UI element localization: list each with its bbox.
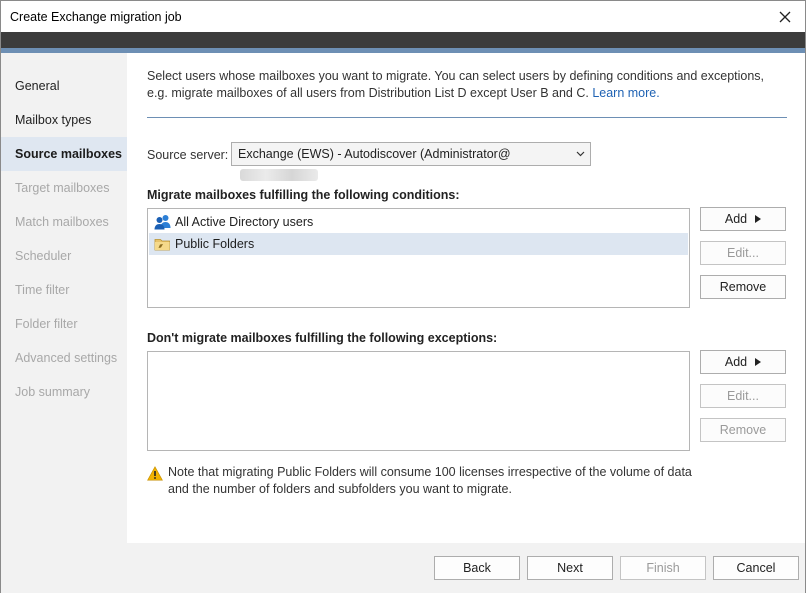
edit-exception-button[interactable]: Edit... xyxy=(700,384,786,408)
list-item[interactable]: Public Folders xyxy=(149,233,688,255)
remove-condition-button[interactable]: Remove xyxy=(700,275,786,299)
public-folder-icon xyxy=(154,239,170,251)
sidebar-item-folder-filter: Folder filter xyxy=(15,317,78,331)
list-item[interactable]: All Active Directory users xyxy=(149,211,688,233)
finish-button[interactable]: Finish xyxy=(620,556,706,580)
chevron-down-icon xyxy=(574,143,586,165)
redacted-text xyxy=(240,169,318,181)
cancel-button[interactable]: Cancel xyxy=(713,556,799,580)
sidebar-item-mailbox-types[interactable]: Mailbox types xyxy=(1,103,127,137)
exceptions-list[interactable] xyxy=(147,351,690,451)
close-button[interactable] xyxy=(765,1,805,32)
edit-condition-button[interactable]: Edit... xyxy=(700,241,786,265)
users-icon xyxy=(154,215,171,230)
public-folders-note: Note that migrating Public Folders will … xyxy=(168,465,692,496)
add-condition-button[interactable]: Add xyxy=(700,207,786,231)
header-band xyxy=(1,32,805,48)
sidebar-item-time-filter: Time filter xyxy=(15,283,70,297)
conditions-list[interactable]: All Active Directory users Public Folder… xyxy=(147,208,690,308)
conditions-title: Migrate mailboxes fulfilling the followi… xyxy=(147,188,460,202)
exceptions-title: Don't migrate mailboxes fulfilling the f… xyxy=(147,331,498,345)
divider xyxy=(147,117,787,118)
sidebar-item-source-mailboxes[interactable]: Source mailboxes xyxy=(1,137,127,171)
intro-text: Select users whose mailboxes you want to… xyxy=(147,68,787,102)
list-item-label: Public Folders xyxy=(175,237,255,251)
dialog-window: Create Exchange migration job General Ma… xyxy=(0,0,806,593)
sidebar-item-scheduler: Scheduler xyxy=(15,249,72,263)
warning-icon xyxy=(147,466,163,481)
main-panel: Select users whose mailboxes you want to… xyxy=(127,53,805,543)
source-server-value: Exchange (EWS) - Autodiscover (Administr… xyxy=(238,147,511,161)
add-exception-button[interactable]: Add xyxy=(700,350,786,374)
sidebar-item-general[interactable]: General xyxy=(1,69,127,103)
sidebar-item-advanced-settings: Advanced settings xyxy=(15,351,118,365)
add-condition-label: Add xyxy=(724,212,748,226)
sidebar-item-target-mailboxes: Target mailboxes xyxy=(15,181,110,195)
caret-right-icon xyxy=(755,215,762,223)
source-server-select[interactable]: Exchange (EWS) - Autodiscover (Administr… xyxy=(231,142,591,181)
add-exception-label: Add xyxy=(724,355,748,369)
wizard-footer: Back Next Finish Cancel xyxy=(127,543,805,593)
close-icon xyxy=(779,11,791,22)
sidebar-item-job-summary: Job summary xyxy=(15,385,91,399)
title-bar: Create Exchange migration job xyxy=(1,1,805,32)
wizard-sidebar: General Mailbox types Source mailboxes T… xyxy=(1,53,127,593)
back-button[interactable]: Back xyxy=(434,556,520,580)
caret-right-icon xyxy=(755,358,762,366)
sidebar-item-match-mailboxes: Match mailboxes xyxy=(15,215,109,229)
learn-more-link[interactable]: Learn more. xyxy=(592,86,659,100)
remove-exception-button[interactable]: Remove xyxy=(700,418,786,442)
next-button[interactable]: Next xyxy=(527,556,613,580)
list-item-label: All Active Directory users xyxy=(175,215,314,229)
source-server-label: Source server: xyxy=(147,148,229,162)
window-title: Create Exchange migration job xyxy=(10,10,182,24)
intro-description: Select users whose mailboxes you want to… xyxy=(147,69,765,100)
